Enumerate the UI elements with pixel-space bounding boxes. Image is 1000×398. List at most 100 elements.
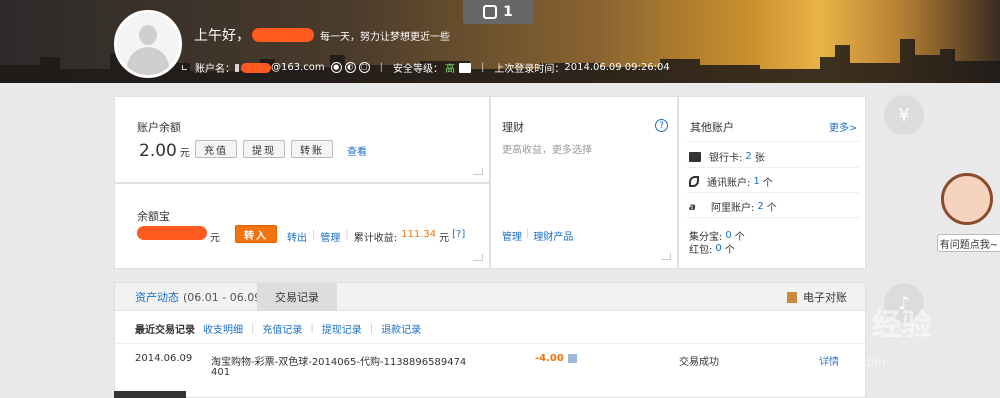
phone-bind-icon[interactable]: ◐ — [344, 62, 356, 73]
earnings-unit: 元 — [439, 233, 450, 244]
yuebao-unit: 元 — [210, 233, 220, 244]
telecom-unit: 个 — [762, 178, 773, 189]
withdraw-button[interactable]: 提现 — [243, 140, 285, 158]
hongbao-unit: 个 — [724, 245, 735, 256]
bank-card-label: 银行卡: — [709, 153, 743, 164]
telecom-row[interactable]: 通讯账户: 1 个 — [689, 174, 857, 189]
telecom-label: 通讯账户: — [707, 178, 751, 189]
hongbao-label: 红包: — [689, 245, 713, 256]
jifenbao-count[interactable]: 0 — [725, 230, 731, 241]
bank-card-row[interactable]: 银行卡: 2 张 — [689, 149, 857, 164]
telecom-count[interactable]: 1 — [753, 176, 759, 187]
info-separator: | — [481, 62, 485, 73]
tab-asset-activity-label: 资产动态 — [135, 291, 179, 304]
redacted-account — [241, 62, 271, 73]
subnav-divider: | — [369, 323, 374, 334]
view-link[interactable]: 查看 — [347, 143, 367, 158]
help-button[interactable]: 有问题点我~ — [937, 234, 1000, 252]
records-section: 资产动态 (06.01 - 06.09) 交易记录 电子对账 最近交易记录 收支… — [114, 282, 866, 398]
notification-count: 1 — [503, 4, 513, 20]
transfer-in-button[interactable]: 转入 — [235, 225, 277, 243]
more-link[interactable]: 更多> — [829, 119, 857, 134]
security-level: 高 — [445, 64, 455, 75]
action-divider: | — [526, 228, 530, 239]
transfer-button[interactable]: 转账 — [291, 140, 333, 158]
certificate-icon[interactable]: ▢ — [358, 62, 370, 73]
balance-amount-line: 2.00 元 — [139, 141, 190, 161]
baidu-watermark: Baidu 经验 — [765, 308, 932, 343]
subnav-recent[interactable]: 最近交易记录 — [135, 321, 195, 336]
action-divider: | — [345, 229, 349, 240]
tab-asset-activity-range: (06.01 - 06.09) — [183, 290, 266, 304]
enter-arrow-icon — [473, 168, 483, 175]
user-verify-icon[interactable]: ● — [330, 62, 342, 73]
earnings-value: 111.34 — [401, 229, 437, 240]
divider — [687, 167, 859, 168]
security-shield-icon[interactable] — [459, 62, 471, 73]
tab-asset-activity[interactable]: 资产动态 (06.01 - 06.09) — [135, 283, 266, 311]
row-separator — [115, 343, 865, 344]
finance-subtitle: 更高收益，更多选择 — [502, 145, 592, 156]
last-login-value: 2014.06.09 09:26:04 — [564, 62, 670, 73]
notification-badge[interactable]: 1 — [463, 0, 533, 24]
greeting-text: 上午好， — [194, 28, 250, 44]
account-initial-mark — [235, 63, 239, 72]
record-date: 2014.06.09 — [135, 353, 193, 364]
balance-panel: 账户余额 2.00 元 充值 提现 转账 查看 — [114, 96, 490, 183]
other-accounts-panel: 其他账户 更多> 银行卡: 2 张 通讯账户: 1 个 a 阿里账户: 2 个 … — [678, 96, 866, 269]
info-separator: | — [379, 62, 383, 73]
account-label: 账户名： — [195, 64, 235, 75]
tab-trade-records[interactable]: 交易记录 — [257, 283, 337, 311]
alarm-clock-icon — [483, 5, 498, 19]
baidu-watermark-url: jingyan.baidu.com — [775, 355, 886, 369]
yuebao-title: 余额宝 — [137, 210, 170, 223]
subnav-withdraw[interactable]: 提现记录 — [322, 321, 362, 336]
subnav-divider: | — [251, 323, 255, 334]
subnav-refund[interactable]: 退款记录 — [381, 321, 421, 336]
redacted-username — [252, 28, 314, 42]
hongbao-row[interactable]: 红包: 0 个 — [689, 241, 857, 256]
redacted-yuebao-amount — [137, 226, 207, 240]
divider — [687, 192, 859, 193]
corner-mark-icon — [182, 65, 187, 70]
right-sidebar: ¥ 有问题点我~ ♪ — [880, 83, 1000, 398]
yuebao-panel: 余额宝 元 转入 转出 | 管理 | 累计收益: 111.34 元 [?] — [114, 183, 490, 269]
record-description[interactable]: 淘宝购物-彩票-双色球-2014065-代购-1138896589474 — [211, 353, 466, 368]
yuebao-manage-link[interactable]: 管理 — [320, 229, 340, 244]
subnav-income-expense[interactable]: 收支明细 — [203, 321, 243, 336]
divider — [687, 217, 859, 218]
bank-card-unit: 张 — [754, 153, 765, 164]
hongbao-count[interactable]: 0 — [715, 243, 721, 254]
avatar-body-shape — [127, 47, 169, 75]
account-domain: @163.com — [271, 62, 325, 73]
record-status: 交易成功 — [679, 357, 719, 368]
last-login-label: 上次登录时间： — [494, 64, 565, 75]
records-tabs: 资产动态 (06.01 - 06.09) 交易记录 电子对账 — [115, 283, 865, 311]
finance-actions: 管理 | 理财产品 — [502, 228, 573, 243]
avatar[interactable] — [114, 10, 182, 78]
subnav-recharge[interactable]: 充值记录 — [262, 321, 302, 336]
greeting-line: 上午好， 每一天，努力让梦想更近一些 — [194, 25, 450, 45]
help-icon[interactable]: ? — [655, 119, 668, 132]
earnings-help-link[interactable]: [?] — [452, 229, 465, 244]
yen-icon[interactable]: ¥ — [884, 95, 924, 135]
alibaba-row[interactable]: a 阿里账户: 2 个 — [689, 199, 857, 214]
alibaba-count[interactable]: 2 — [757, 201, 763, 212]
finance-products-link[interactable]: 理财产品 — [533, 228, 573, 243]
finance-title: 理财 — [502, 121, 524, 134]
bank-card-count[interactable]: 2 — [745, 151, 751, 162]
balance-amount: 2.00 — [139, 141, 177, 161]
yuebao-actions: 转出 | 管理 | 累计收益: 111.34 元 [?] — [287, 229, 465, 244]
finance-manage-link[interactable]: 管理 — [502, 228, 522, 243]
alibaba-label: 阿里账户: — [711, 203, 755, 214]
finance-panel: 理财 ? 更高收益，更多选择 管理 | 理财产品 — [490, 96, 678, 269]
bottom-bar-fragment — [114, 391, 186, 398]
other-title: 其他账户 — [690, 121, 734, 134]
dropdown-icon[interactable] — [567, 354, 577, 363]
recharge-button[interactable]: 充值 — [195, 140, 237, 158]
records-subnav: 最近交易记录 收支明细 | 充值记录 | 提现记录 | 退款记录 — [135, 321, 421, 336]
security-label: 安全等级： — [393, 64, 443, 75]
transfer-out-link[interactable]: 转出 — [287, 229, 307, 244]
record-amount: -4.00 — [535, 353, 564, 364]
helper-avatar-icon[interactable] — [941, 173, 993, 225]
